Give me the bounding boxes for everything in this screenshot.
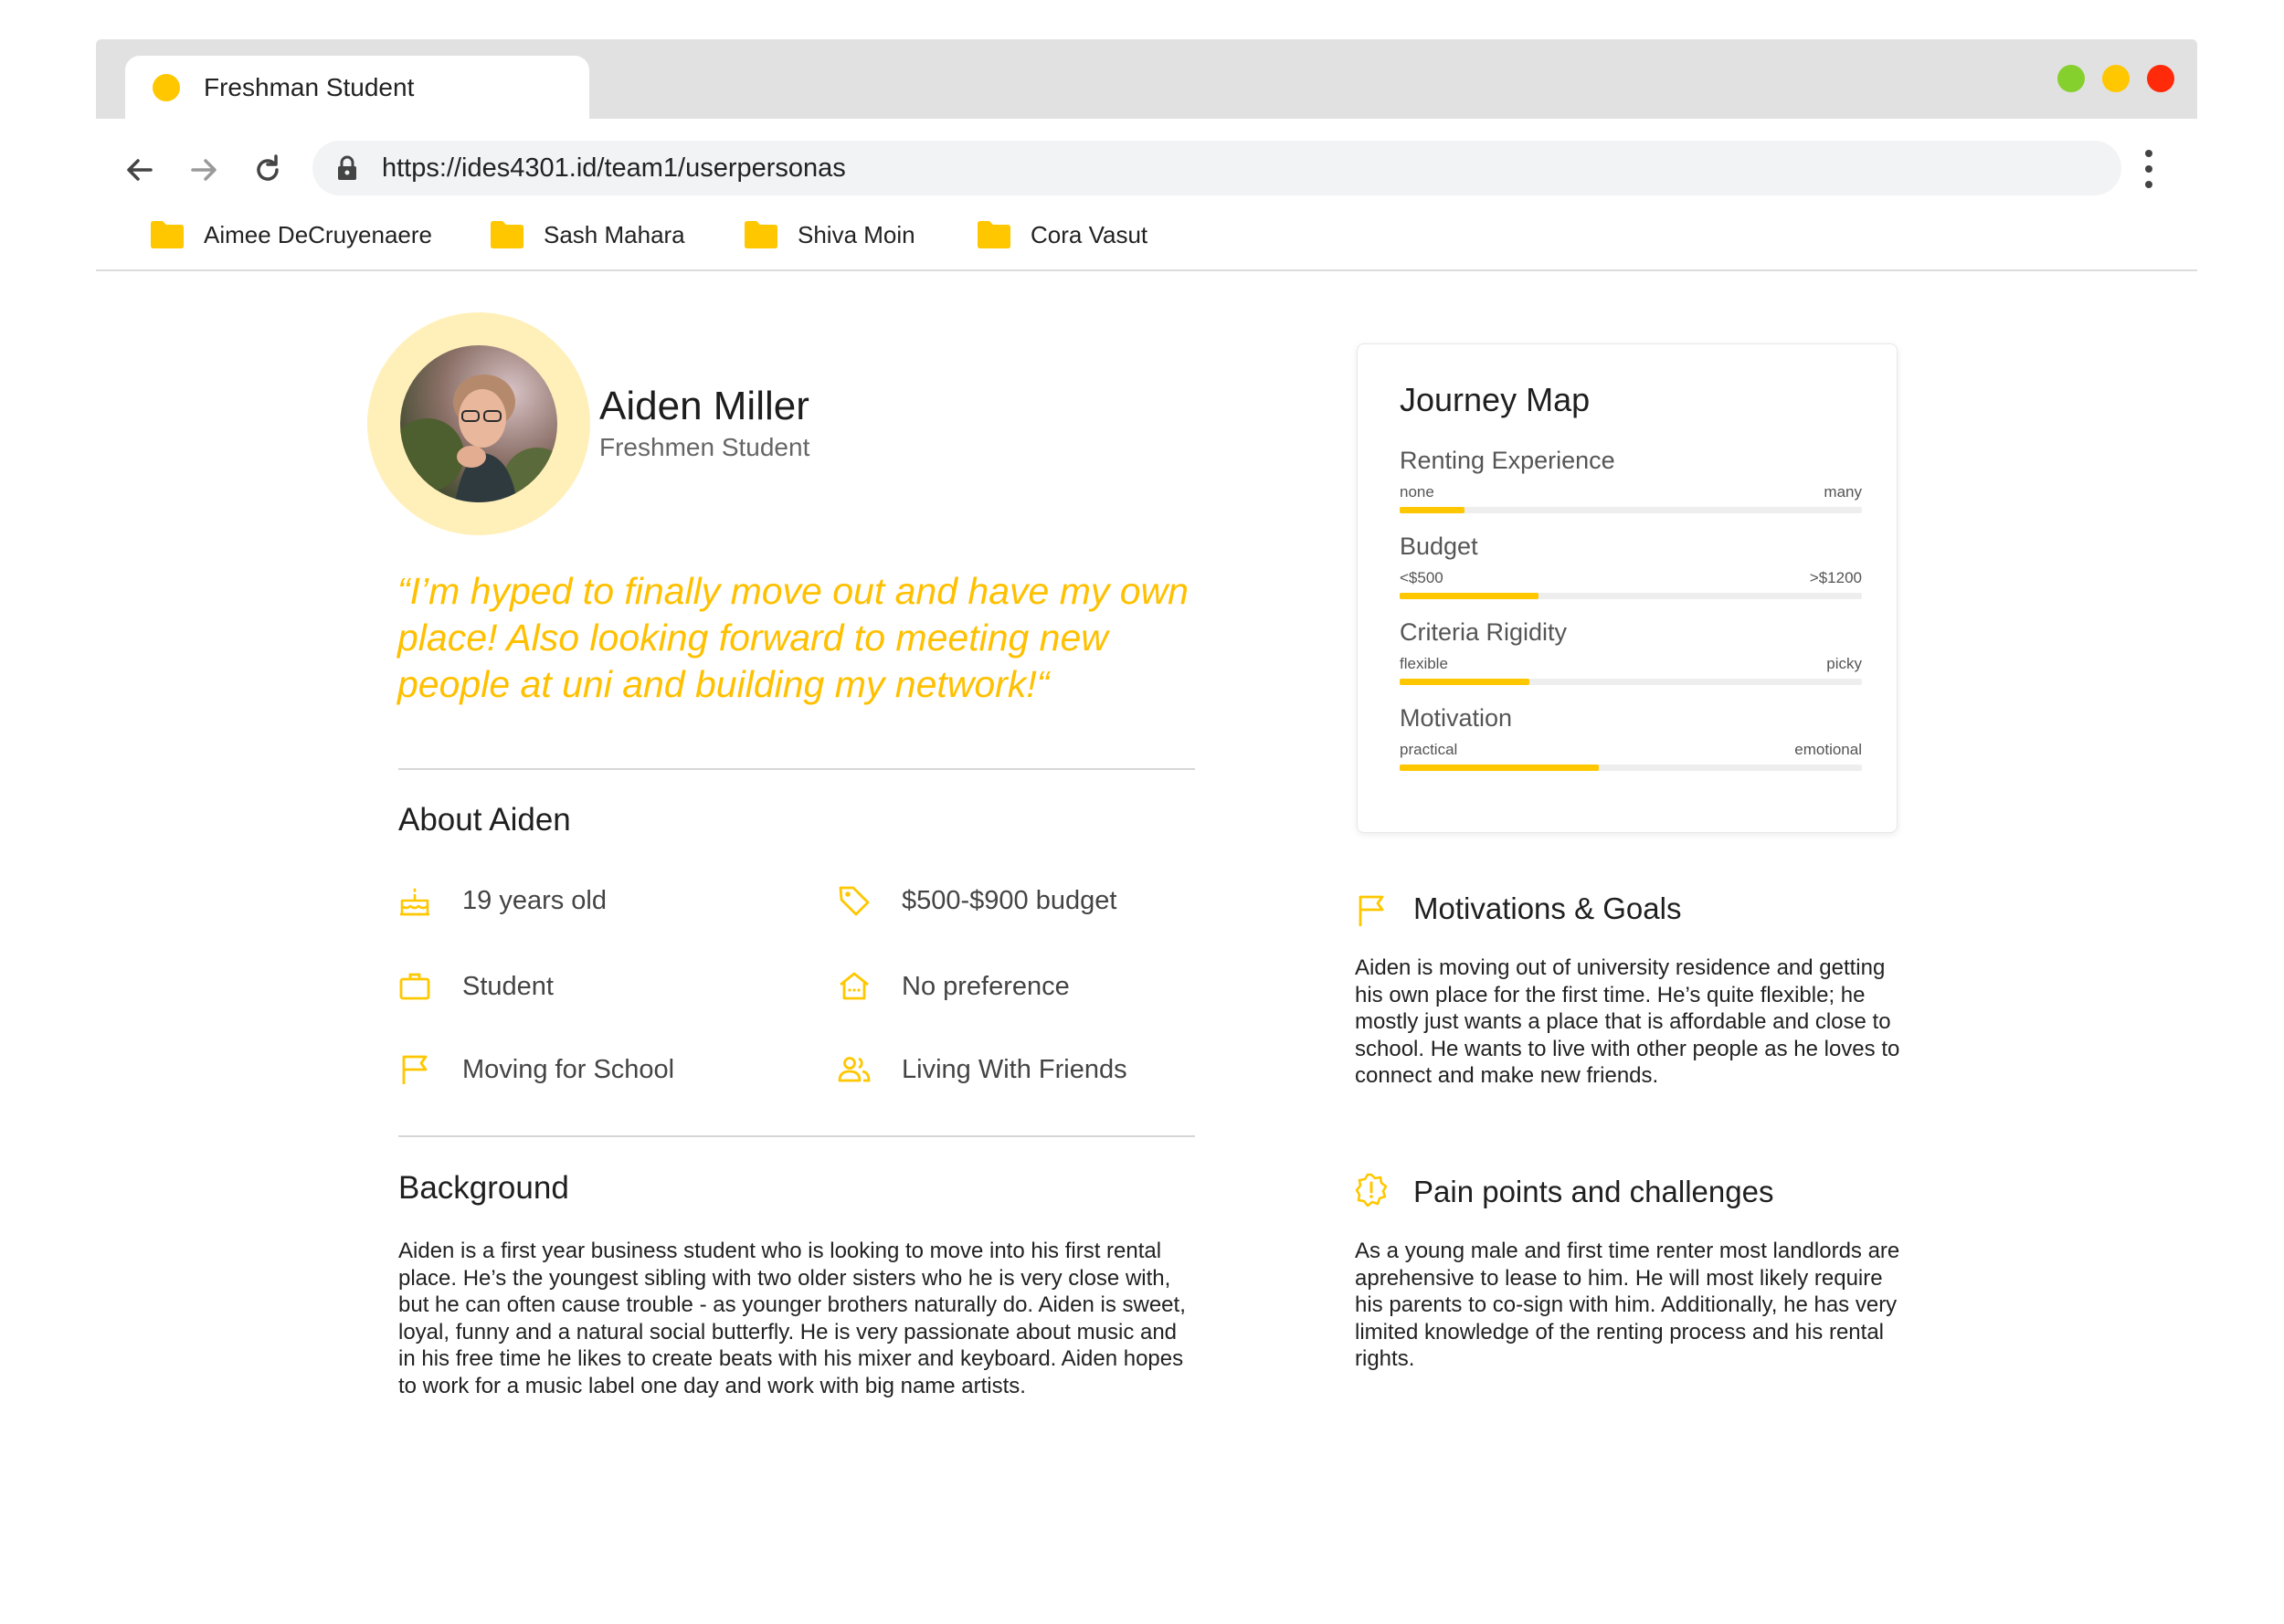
avatar-ring: [367, 312, 590, 535]
fact-text: Moving for School: [462, 1055, 675, 1084]
persona-role: Freshmen Student: [599, 433, 810, 461]
avatar: [400, 345, 557, 502]
cake-icon: [400, 888, 429, 916]
folder-icon: [491, 221, 523, 248]
journey-map-title: Journey Map: [1400, 381, 1591, 418]
metric-label: Criteria Rigidity: [1400, 618, 1568, 646]
house-icon: [840, 972, 869, 1000]
metric-high-label: picky: [1826, 655, 1862, 672]
bookmark-label: Shiva Moin: [798, 221, 915, 248]
forward-arrow-icon[interactable]: [185, 152, 222, 188]
fact-text: Living With Friends: [902, 1055, 1127, 1084]
journey-metric: Motivation practical emotional: [1400, 704, 1862, 777]
tag-icon: [839, 886, 870, 916]
fact-text: Student: [462, 972, 554, 1001]
fact-text: No preference: [902, 972, 1070, 1001]
active-tab[interactable]: Freshman Student: [125, 56, 589, 119]
bookmark-label: Sash Mahara: [544, 221, 685, 248]
tab-title: Freshman Student: [204, 73, 415, 101]
reload-icon[interactable]: [249, 152, 286, 188]
metric-track: [1400, 765, 1862, 771]
metric-high-label: emotional: [1794, 741, 1862, 758]
people-icon: [838, 1057, 871, 1082]
metric-low-label: practical: [1400, 741, 1458, 758]
metric-fill: [1400, 765, 1599, 771]
more-menu-icon[interactable]: [2142, 146, 2155, 192]
alert-badge-icon: [1355, 1173, 1388, 1207]
metric-fill: [1400, 679, 1529, 685]
back-arrow-icon[interactable]: [122, 152, 158, 188]
metric-track: [1400, 679, 1862, 685]
goals-text: Aiden is moving out of university reside…: [1355, 955, 1900, 1089]
fact-text: 19 years old: [462, 886, 607, 915]
about-title: About Aiden: [398, 802, 571, 838]
folder-icon: [978, 221, 1010, 248]
metric-low-label: <$500: [1400, 569, 1443, 586]
pain-points-title: Pain points and challenges: [1413, 1175, 1774, 1208]
minimize-button[interactable]: [2102, 65, 2130, 92]
metric-low-label: none: [1400, 483, 1434, 501]
close-button[interactable]: [2147, 65, 2174, 92]
lock-icon: [338, 155, 356, 180]
goals-title: Motivations & Goals: [1413, 891, 1682, 925]
background-text: Aiden is a first year business student w…: [398, 1239, 1186, 1398]
briefcase-icon: [399, 973, 430, 1000]
journey-metric: Criteria Rigidity flexible picky: [1400, 618, 1862, 691]
metric-label: Motivation: [1400, 704, 1513, 732]
divider: [398, 768, 1195, 770]
metric-track: [1400, 507, 1862, 513]
flag-icon: [402, 1055, 428, 1084]
journey-metric: Renting Experience none many: [1400, 447, 1862, 520]
journey-map-card: Journey Map Renting Experience none many…: [1357, 343, 1898, 833]
metric-high-label: many: [1824, 483, 1862, 501]
metric-fill: [1400, 593, 1539, 599]
divider: [398, 1135, 1195, 1137]
metric-track: [1400, 593, 1862, 599]
persona-quote: “I’m hyped to finally move out and have …: [397, 570, 1189, 705]
maximize-button[interactable]: [2057, 65, 2085, 92]
browser-toolbar: https://ides4301.id/team1/userpersonas A…: [96, 119, 2197, 271]
address-bar[interactable]: https://ides4301.id/team1/userpersonas: [312, 141, 2121, 195]
tab-favicon-icon: [153, 74, 180, 101]
persona-name: Aiden Miller: [599, 384, 809, 428]
pain-points-text: As a young male and first time renter mo…: [1355, 1239, 1900, 1372]
metric-label: Budget: [1400, 533, 1478, 560]
bookmark-label: Cora Vasut: [1031, 221, 1148, 248]
folder-icon: [745, 221, 777, 248]
background-title: Background: [398, 1170, 569, 1206]
url-text: https://ides4301.id/team1/userpersonas: [382, 153, 846, 183]
metric-fill: [1400, 507, 1465, 513]
folder-icon: [151, 221, 184, 248]
tab-strip: Freshman Student: [96, 39, 2197, 119]
metric-high-label: >$1200: [1809, 569, 1862, 586]
metric-label: Renting Experience: [1400, 447, 1615, 474]
flag-icon: [1359, 895, 1384, 926]
journey-metric: Budget <$500 >$1200: [1400, 533, 1862, 606]
fact-text: $500-$900 budget: [902, 886, 1117, 915]
metric-low-label: flexible: [1400, 655, 1448, 672]
bookmark-label: Aimee DeCruyenaere: [204, 221, 433, 248]
